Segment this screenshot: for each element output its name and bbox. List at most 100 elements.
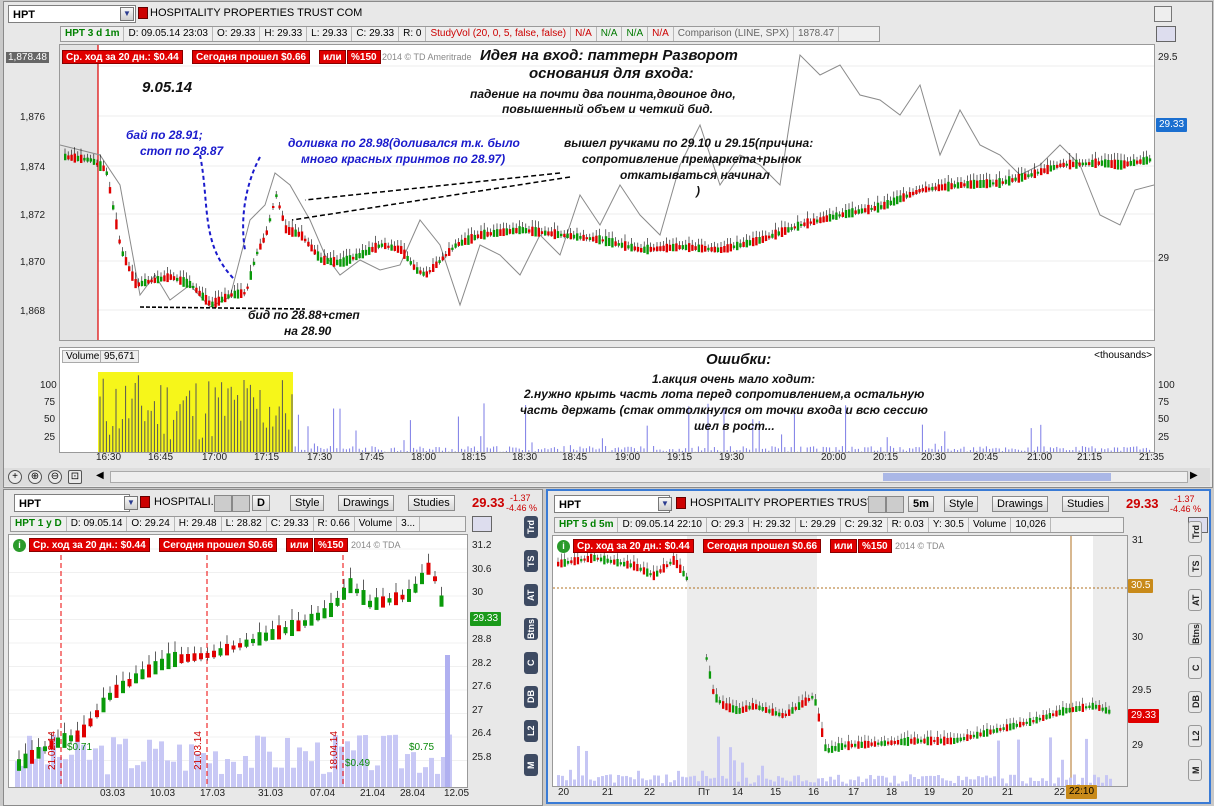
side-button-m[interactable]: M [1188,759,1202,781]
candle-body [873,206,876,211]
time-tick: 20 [558,787,570,798]
time-tick: 17:00 [202,452,228,463]
scrollbar-thumb[interactable] [883,473,1111,481]
side-button-btns[interactable]: Btns [1188,623,1202,645]
intraday-chart-panel: HPT ▼ HOSPITALITY PROPERTIES TRUST ... 5… [546,489,1211,804]
volume-bar [303,751,308,787]
symbol-dropdown-icon[interactable]: ▼ [124,496,138,510]
side-button-db[interactable]: DB [524,686,538,708]
side-button-l2[interactable]: L2 [1188,725,1202,747]
symbol-input[interactable]: HPT [8,5,136,23]
candle-body [499,229,502,236]
candle-body [204,294,208,305]
candle-body [972,179,976,189]
side-button-c[interactable]: C [1188,657,1202,679]
candle-body [830,745,834,753]
candle-body [946,737,949,745]
info-close: C: 29.33 [267,517,314,531]
vol-scale: 25 [44,432,56,443]
symbol-dropdown-icon[interactable]: ▼ [658,497,672,511]
info-circle-icon[interactable]: i [13,539,26,552]
zoom-in-icon[interactable]: ⊕ [28,470,42,484]
info-low: L: 28.82 [222,517,267,531]
candle-body [608,237,611,247]
candle-body [108,187,112,194]
note-exit-line: сопротивление премаркета+рынок [582,152,802,166]
candle-body [619,562,622,565]
candle-body [936,736,939,746]
candle-body [259,243,262,250]
symbol-input[interactable]: HPT [554,495,670,513]
studies-button[interactable]: Studies [1062,496,1109,512]
candle-body [809,221,812,224]
volume-bar [973,779,976,786]
info-na: N/A [622,27,649,41]
side-button-c[interactable]: C [524,652,538,674]
candle-body [982,730,985,737]
candle-body [534,227,537,237]
period-button[interactable]: D [252,495,270,511]
side-button-ts[interactable]: TS [1188,555,1202,577]
studies-button[interactable]: Studies [408,495,455,511]
side-button-trd[interactable]: Trd [524,516,538,538]
chart-style-icon[interactable] [472,516,492,532]
daily-chart-area[interactable]: 21.02.14 21.03.14 18.04.14 $0.71 $0.49 $0.75 … [8,534,468,788]
candle-body [1101,707,1104,711]
side-button-at[interactable]: AT [524,584,538,606]
candle-body [880,205,883,209]
candle-body [413,583,418,593]
candle-body [784,713,787,717]
scroll-right-arrow-icon[interactable]: ▶ [1190,470,1202,484]
zoom-reset-icon[interactable]: + [8,470,22,484]
side-button-ts[interactable]: TS [524,550,538,572]
side-button-btns[interactable]: Btns [524,618,538,640]
intraday-chart-area[interactable]: i Ср. ход за 20 дн.: $0.44 Сегодня проше… [552,535,1128,787]
candle-body [406,255,409,262]
candle-body [614,241,617,246]
scale-label: 29.5 [1158,52,1178,63]
drawings-button[interactable]: Drawings [338,495,394,511]
info-date: D: 09.05.14 [67,517,128,531]
candle-body [876,202,880,213]
candle-body [473,234,476,241]
candle-body [390,244,393,251]
symbol-dropdown-icon[interactable]: ▼ [120,7,134,21]
chart-style-icon[interactable] [1156,26,1176,42]
candle-body [679,564,682,573]
style-button[interactable]: Style [944,496,979,512]
drawings-button[interactable]: Drawings [992,496,1048,512]
scroll-left-arrow-icon[interactable]: ◀ [96,470,108,484]
time-tick: 19:15 [667,452,693,463]
side-button-trd[interactable]: Trd [1188,521,1202,543]
period-button[interactable]: 5m [908,496,934,512]
side-button-db[interactable]: DB [1188,691,1202,713]
candle-body [905,194,908,198]
candle-body [959,737,962,742]
info-circle-icon[interactable]: i [557,540,570,553]
candle-body [412,264,416,270]
company-name: HOSPITALITY PROPERTIES TRUST COM [150,7,363,19]
zoom-out-icon[interactable]: ⊖ [48,470,62,484]
intraday-chart-svg [553,536,1127,786]
volume-bar [969,779,972,786]
tools-icon[interactable] [886,496,904,513]
candle-body [697,244,700,253]
link-icon[interactable] [868,496,886,513]
horizontal-scrollbar[interactable] [110,471,1188,483]
volume-bar [861,782,864,786]
volume-bar [429,757,434,787]
style-button[interactable]: Style [290,495,325,511]
candle-body [718,700,721,704]
zoom-fit-icon[interactable]: ⊡ [68,470,82,484]
candle-body [824,744,827,752]
volume-bar [993,776,996,786]
symbol-input[interactable]: HPT [14,494,130,512]
chart-settings-icon[interactable] [1154,6,1172,22]
link-icon[interactable] [214,495,232,512]
side-button-m[interactable]: M [524,754,538,776]
candle-body [1048,713,1051,719]
side-button-l2[interactable]: L2 [524,720,538,742]
tools-icon[interactable] [232,495,250,512]
vol-scale: 100 [40,380,57,391]
side-button-at[interactable]: AT [1188,589,1202,611]
